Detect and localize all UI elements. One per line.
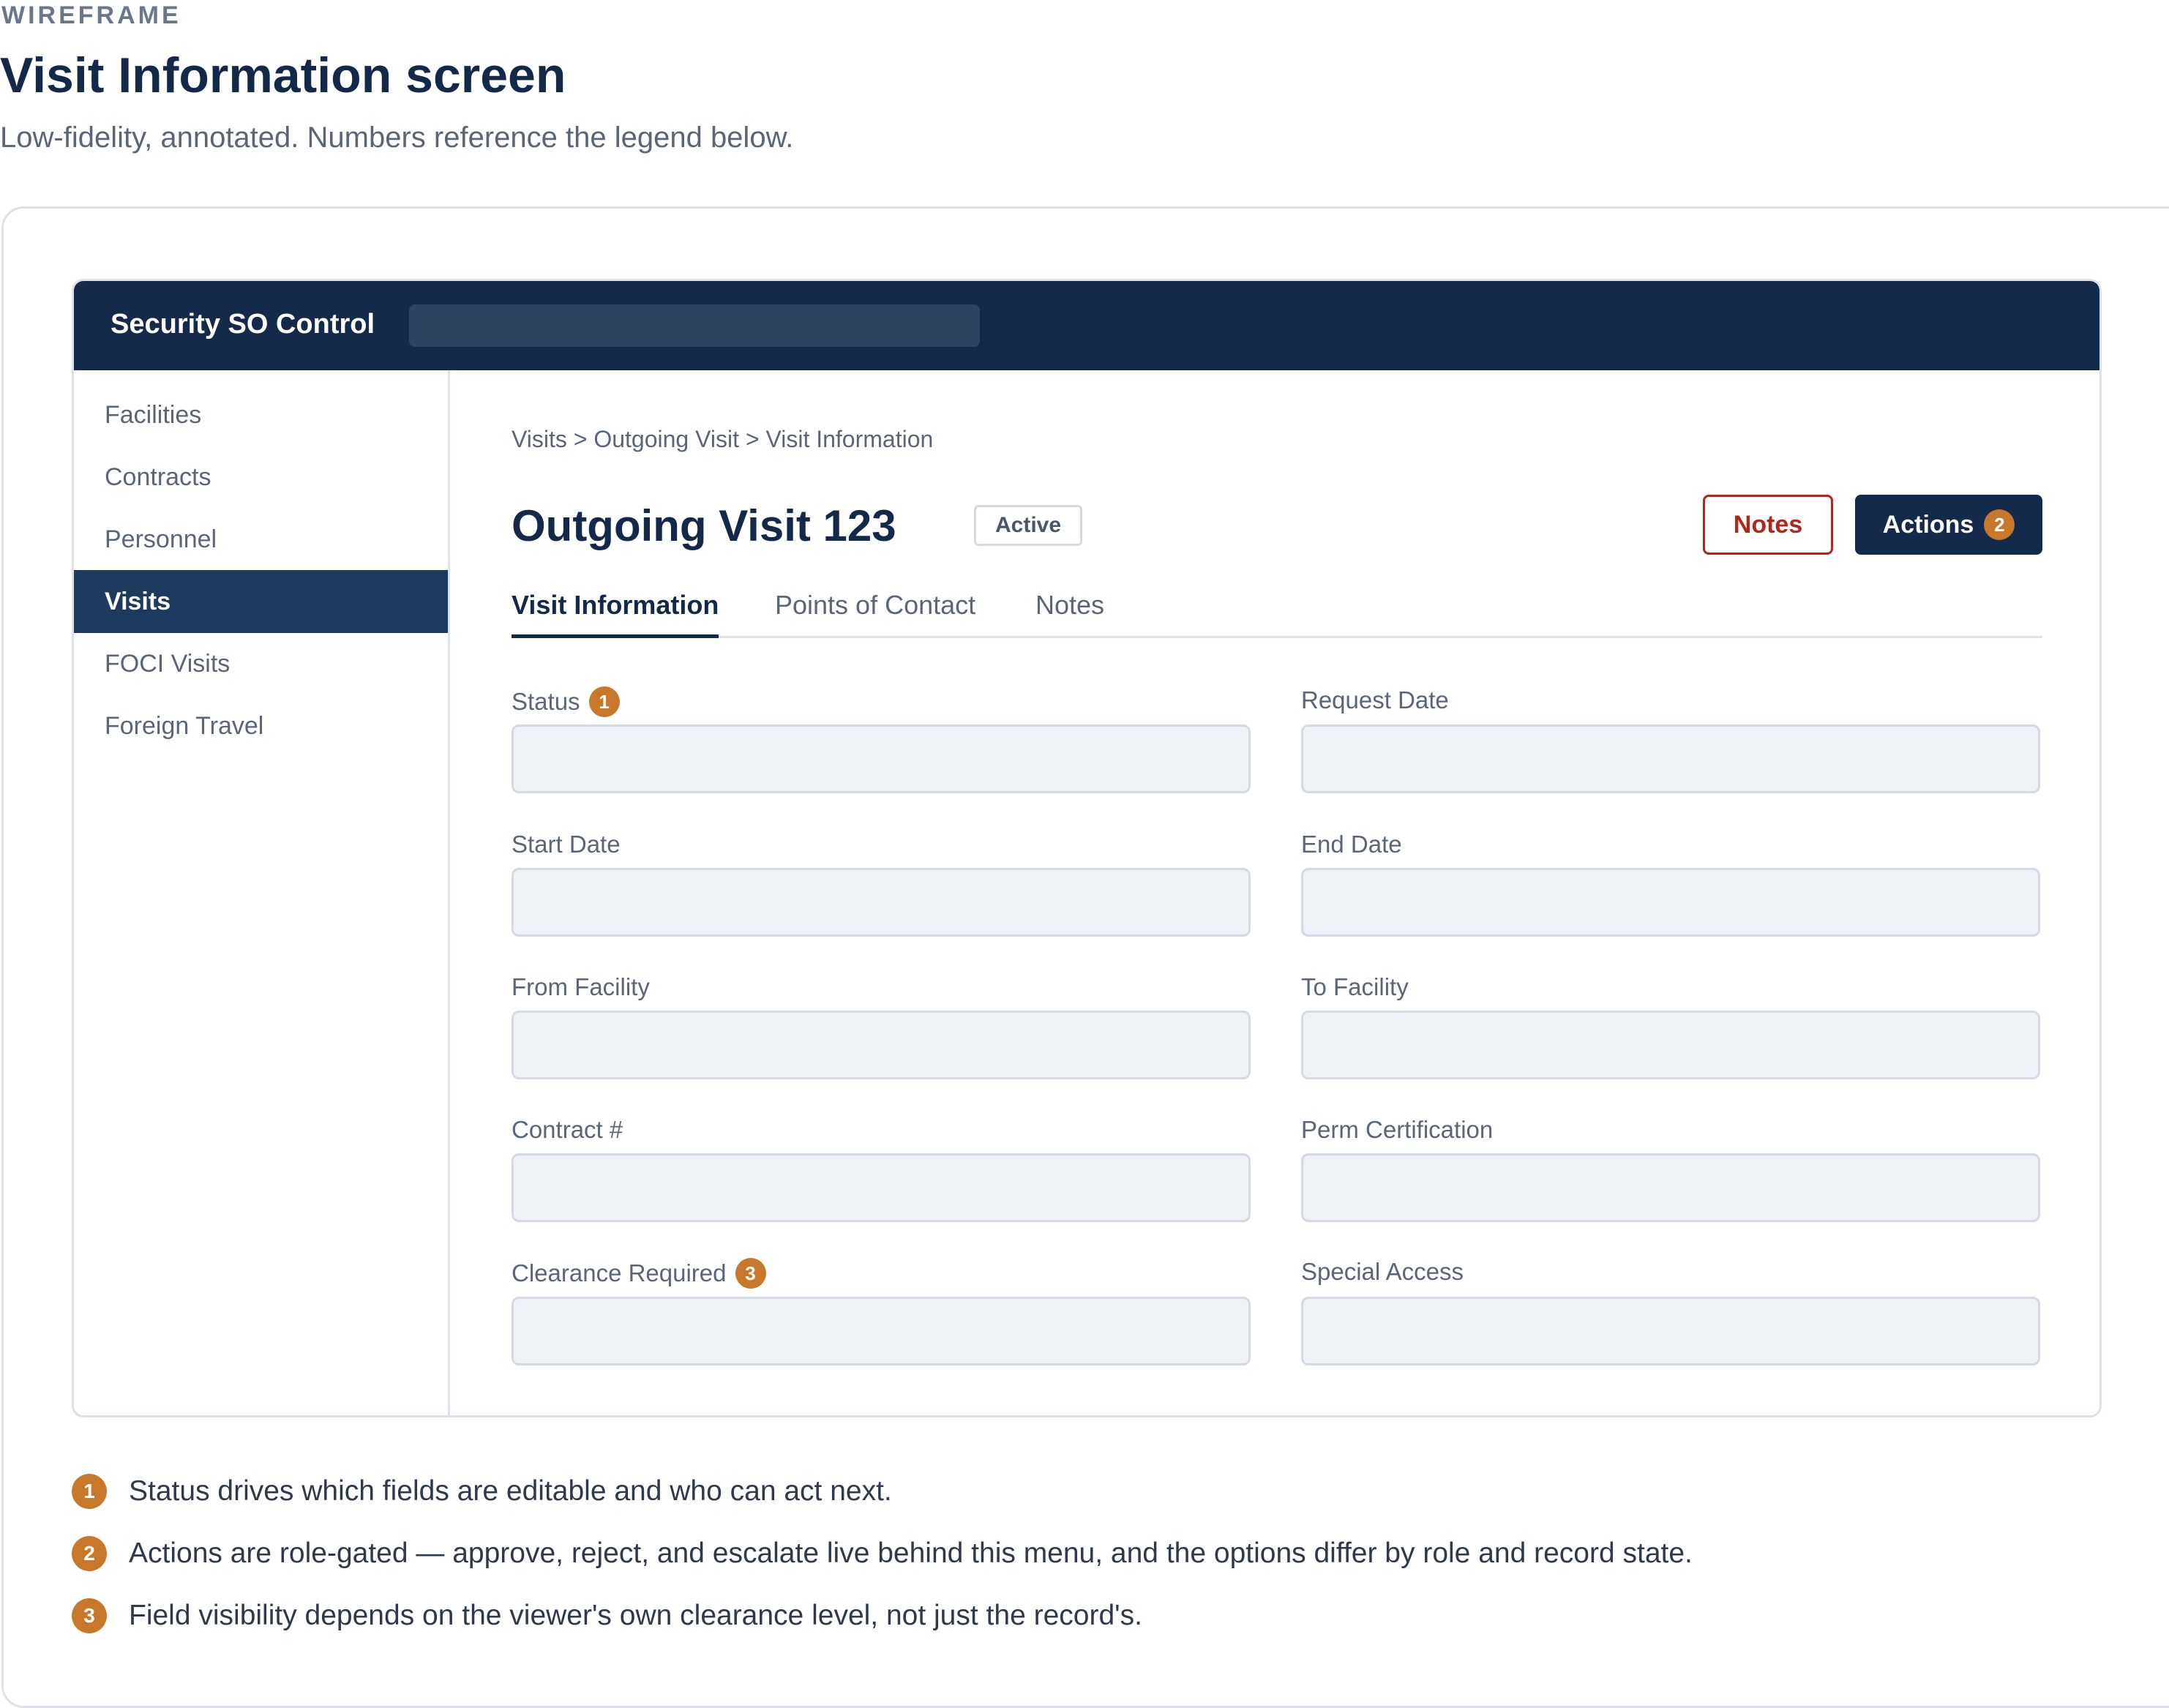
main-content: Visits > Outgoing Visit > Visit Informat… <box>450 370 2099 1415</box>
sidebar-item-foci-visits[interactable]: FOCI Visits <box>74 632 448 695</box>
tab-points-of-contact[interactable]: Points of Contact <box>775 580 975 638</box>
breadcrumb: Visits > Outgoing Visit > Visit Informat… <box>512 426 934 452</box>
start-date-field[interactable] <box>512 868 1251 937</box>
from-facility-field[interactable] <box>512 1011 1251 1079</box>
sidebar-item-visits[interactable]: Visits <box>74 570 448 633</box>
sidebar-item-contracts[interactable]: Contracts <box>74 446 448 509</box>
tab-bar: Visit Information Points of Contact Note… <box>512 580 2042 638</box>
to-facility-field[interactable] <box>1301 1011 2040 1079</box>
search-input[interactable] <box>409 304 980 347</box>
annotation-marker-2: 2 <box>1984 509 2015 540</box>
notes-button[interactable]: Notes <box>1703 495 1833 555</box>
request-date-label: Request Date <box>1301 686 1449 713</box>
end-date-field[interactable] <box>1301 868 2040 937</box>
legend-marker-2: 2 <box>72 1536 107 1571</box>
legend-item-2: 2 Actions are role-gated — approve, reje… <box>72 1536 1693 1571</box>
actions-button-label: Actions <box>1882 510 1974 539</box>
legend-item-3: 3 Field visibility depends on the viewer… <box>72 1598 1142 1633</box>
special-access-field[interactable] <box>1301 1297 2040 1366</box>
perm-certification-label: Perm Certification <box>1301 1116 1494 1143</box>
to-facility-label: To Facility <box>1301 973 1409 1000</box>
legend-text-3: Field visibility depends on the viewer's… <box>129 1600 1142 1631</box>
clearance-required-field-label: Clearance Required 3 <box>512 1258 766 1289</box>
start-date-label: Start Date <box>512 831 621 858</box>
from-facility-label: From Facility <box>512 973 650 1000</box>
tab-notes[interactable]: Notes <box>1035 580 1104 638</box>
annotation-marker-3: 3 <box>735 1258 766 1289</box>
app-name: Security SO Control <box>110 309 375 340</box>
app-window: Security SO Control Facilities Contracts… <box>72 279 2102 1417</box>
legend-item-1: 1 Status drives which fields are editabl… <box>72 1474 892 1509</box>
sidebar-item-facilities[interactable]: Facilities <box>74 383 448 446</box>
perm-certification-field[interactable] <box>1301 1153 2040 1222</box>
contract-number-field[interactable] <box>512 1153 1251 1222</box>
sidebar-item-personnel[interactable]: Personnel <box>74 508 448 571</box>
clearance-required-label-text: Clearance Required <box>512 1259 727 1286</box>
end-date-label: End Date <box>1301 831 1402 858</box>
wireframe-eyebrow: WIREFRAME <box>1 1 181 29</box>
tab-visit-information[interactable]: Visit Information <box>512 580 719 638</box>
special-access-label: Special Access <box>1301 1258 1464 1285</box>
clearance-required-field[interactable] <box>512 1297 1251 1366</box>
legend-text-2: Actions are role-gated — approve, reject… <box>129 1537 1693 1569</box>
status-badge: Active <box>974 505 1083 546</box>
legend-text-1: Status drives which fields are editable … <box>129 1475 892 1507</box>
annotation-marker-1: 1 <box>588 686 620 717</box>
page-title: Visit Information screen <box>0 48 566 103</box>
request-date-field[interactable] <box>1301 724 2040 793</box>
status-field[interactable] <box>512 724 1251 793</box>
status-label-text: Status <box>512 688 580 715</box>
legend-marker-3: 3 <box>72 1598 107 1633</box>
page-subtitle: Low-fidelity, annotated. Numbers referen… <box>0 121 794 154</box>
status-field-label: Status 1 <box>512 686 620 717</box>
actions-button[interactable]: Actions 2 <box>1855 495 2042 555</box>
sidebar-item-foreign-travel[interactable]: Foreign Travel <box>74 694 448 757</box>
sidebar: Facilities Contracts Personnel Visits FO… <box>74 370 450 1415</box>
legend-marker-1: 1 <box>72 1474 107 1509</box>
contract-number-label: Contract # <box>512 1116 623 1143</box>
record-title: Outgoing Visit 123 <box>512 501 896 550</box>
top-bar: Security SO Control <box>74 281 2099 370</box>
